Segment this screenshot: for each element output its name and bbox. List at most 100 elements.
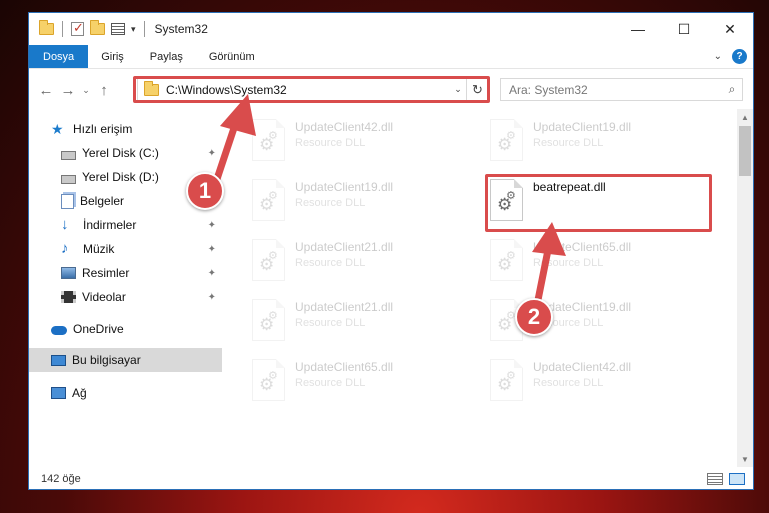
sidebar-item-label: Ağ [72, 386, 87, 400]
sidebar-item-pictures[interactable]: Resimler ✦ [29, 261, 222, 285]
sidebar-item-videos[interactable]: Videolar ✦ [29, 285, 222, 309]
this-pc-icon [51, 354, 66, 366]
search-icon: ⌕ [728, 82, 736, 96]
file-type: Resource DLL [533, 377, 604, 389]
file-item[interactable]: ⚙ ⚙ UpdateClient21.dll Resource DLL [248, 295, 478, 345]
dll-file-icon: ⚙ ⚙ [490, 359, 523, 401]
file-item[interactable]: ⚙ ⚙ UpdateClient42.dll Resource DLL [248, 115, 478, 165]
sidebar-item-local-disk-c[interactable]: Yerel Disk (C:) ✦ [29, 141, 222, 165]
file-item[interactable]: ⚙ ⚙ UpdateClient65.dll Resource DLL [486, 235, 716, 285]
search-box[interactable]: Ara: System32 ⌕ [500, 78, 743, 101]
file-name: UpdateClient42.dll [533, 360, 632, 374]
music-icon: ♪ [61, 240, 69, 257]
sidebar-item-label: İndirmeler [83, 218, 137, 232]
sidebar-item-label: Yerel Disk (C:) [82, 146, 159, 160]
tab-dosya[interactable]: Dosya [29, 45, 89, 68]
sidebar-item-network[interactable]: Ağ [29, 381, 222, 405]
drive-icon [61, 174, 76, 184]
drive-icon [61, 150, 76, 160]
customize-toolbar-icon[interactable]: ▾ [131, 24, 136, 35]
tab-giris[interactable]: Giriş [88, 45, 137, 68]
file-name: UpdateClient65.dll [295, 360, 394, 374]
file-highlight [485, 174, 712, 232]
pin-icon: ✦ [207, 243, 216, 255]
sidebar-item-label: Resimler [82, 266, 130, 280]
tab-gorunum[interactable]: Görünüm [196, 45, 268, 68]
gear-icon: ⚙ [506, 130, 516, 142]
status-bar: 142 öğe [29, 468, 753, 490]
file-type: Resource DLL [295, 317, 366, 329]
file-type: Resource DLL [295, 377, 366, 389]
file-type: Resource DLL [295, 197, 366, 209]
file-name: UpdateClient21.dll [295, 300, 394, 314]
dll-file-icon: ⚙ ⚙ [252, 119, 285, 161]
scroll-thumb[interactable] [739, 126, 751, 176]
documents-icon [61, 193, 74, 209]
sidebar-item-downloads[interactable]: ↓ İndirmeler ✦ [29, 213, 222, 237]
title-bar: ▾ System32 — ☐ ✕ [29, 13, 753, 45]
scroll-up-icon[interactable]: ▲ [737, 109, 753, 125]
sidebar-item-label: Bu bilgisayar [72, 353, 141, 367]
sidebar-item-quick-access[interactable]: ★ Hızlı erişim [29, 117, 222, 141]
scroll-down-icon[interactable]: ▼ [737, 451, 753, 467]
window-title: System32 [154, 22, 208, 36]
maximize-button[interactable]: ☐ [661, 13, 707, 45]
file-item[interactable]: ⚙ ⚙ UpdateClient65.dll Resource DLL [248, 355, 478, 405]
file-type: Resource DLL [533, 137, 604, 149]
expand-ribbon-icon[interactable]: ⌄ [714, 51, 722, 62]
dll-file-icon: ⚙ ⚙ [490, 239, 523, 281]
ribbon-tabs: Dosya Giriş Paylaş Görünüm ⌄ ? [29, 45, 753, 69]
sidebar-item-label: Müzik [83, 242, 115, 256]
close-button[interactable]: ✕ [707, 13, 753, 45]
gear-icon: ⚙ [506, 250, 516, 262]
window-controls: — ☐ ✕ [615, 13, 753, 45]
forward-button[interactable]: → [57, 79, 79, 101]
tab-paylas[interactable]: Paylaş [137, 45, 196, 68]
file-item[interactable]: ⚙ ⚙ UpdateClient19.dll Resource DLL [248, 175, 478, 225]
properties-icon[interactable] [111, 23, 125, 35]
search-input[interactable]: Ara: System32 [509, 83, 722, 97]
file-name: UpdateClient19.dll [295, 180, 394, 194]
file-name: UpdateClient21.dll [295, 240, 394, 254]
properties-check-icon[interactable] [71, 20, 84, 36]
address-bar-highlight [133, 76, 490, 103]
sidebar-item-this-pc[interactable]: Bu bilgisayar [29, 348, 222, 372]
recent-locations-button[interactable]: ⌄ [79, 79, 93, 101]
network-icon [51, 387, 66, 399]
dll-file-icon: ⚙ ⚙ [490, 119, 523, 161]
file-item[interactable]: ⚙ ⚙ UpdateClient42.dll Resource DLL [486, 355, 716, 405]
minimize-button[interactable]: — [615, 13, 661, 45]
divider [143, 21, 145, 37]
downloads-icon: ↓ [61, 216, 69, 233]
file-name: UpdateClient42.dll [295, 120, 394, 134]
sidebar-item-music[interactable]: ♪ Müzik ✦ [29, 237, 222, 261]
file-item[interactable]: ⚙ ⚙ UpdateClient19.dll Resource DLL [486, 115, 716, 165]
vertical-scrollbar[interactable]: ▲ ▼ [737, 109, 753, 467]
help-icon[interactable]: ? [732, 49, 747, 64]
gear-icon: ⚙ [268, 250, 278, 262]
new-folder-icon[interactable] [90, 20, 105, 35]
dll-file-icon: ⚙ ⚙ [252, 359, 285, 401]
star-icon: ★ [51, 121, 64, 137]
dll-file-icon: ⚙ ⚙ [252, 239, 285, 281]
tiles-view-icon[interactable] [729, 473, 745, 485]
step-1-badge: 1 [186, 172, 224, 210]
sidebar-item-onedrive[interactable]: OneDrive [29, 317, 222, 341]
file-type: Resource DLL [295, 257, 366, 269]
pictures-icon [61, 267, 76, 279]
details-view-icon[interactable] [707, 473, 723, 485]
pin-icon: ✦ [207, 219, 216, 231]
file-item[interactable]: ⚙ ⚙ UpdateClient21.dll Resource DLL [248, 235, 478, 285]
sidebar-item-label: Hızlı erişim [73, 122, 133, 136]
up-button[interactable]: ↑ [93, 79, 115, 101]
sidebar-item-label: Belgeler [80, 194, 125, 208]
back-button[interactable]: ← [35, 79, 57, 101]
gear-icon: ⚙ [268, 310, 278, 322]
gear-icon: ⚙ [268, 370, 278, 382]
pin-icon: ✦ [207, 147, 216, 159]
videos-icon [61, 291, 76, 303]
divider [62, 21, 63, 37]
file-type: Resource DLL [295, 137, 366, 149]
file-list: ⚙ ⚙ UpdateClient42.dll Resource DLL ⚙ ⚙ Upd… [224, 109, 736, 467]
onedrive-icon [51, 326, 67, 335]
